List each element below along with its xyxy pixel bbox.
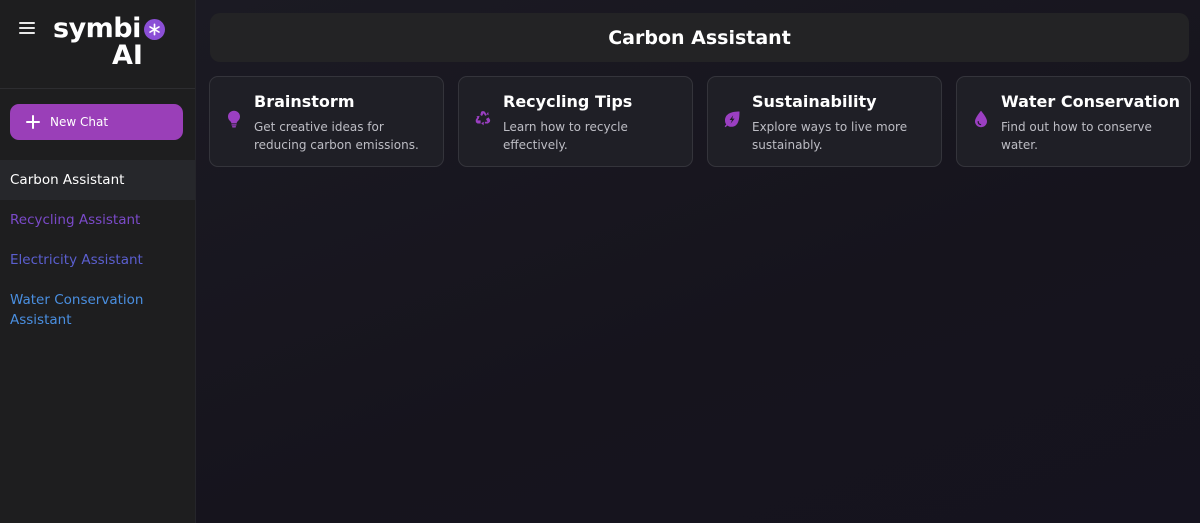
page-title: Carbon Assistant bbox=[608, 26, 791, 49]
hamburger-menu-icon[interactable] bbox=[19, 22, 35, 34]
sidebar-item-water-conservation-assistant[interactable]: Water Conservation Assistant bbox=[0, 280, 195, 340]
card-title: Recycling Tips bbox=[503, 92, 633, 111]
sidebar: symbi AI New Chat Carbon Assistant Recyc… bbox=[0, 0, 196, 523]
recycle-icon bbox=[474, 109, 492, 129]
sidebar-header: symbi AI bbox=[0, 0, 195, 89]
sidebar-item-electricity-assistant[interactable]: Electricity Assistant bbox=[0, 240, 195, 280]
plus-icon bbox=[26, 115, 40, 129]
card-recycling-tips[interactable]: Recycling Tips Learn how to recycle effe… bbox=[458, 76, 693, 167]
card-description: Find out how to conserve water. bbox=[1001, 120, 1152, 152]
lightbulb-icon bbox=[225, 109, 243, 129]
logo-text-ai: AI bbox=[112, 40, 143, 71]
card-title: Water Conservation bbox=[1001, 92, 1180, 111]
suggestion-cards: Brainstorm Get creative ideas for reduci… bbox=[209, 76, 1191, 167]
sidebar-item-carbon-assistant[interactable]: Carbon Assistant bbox=[0, 160, 195, 200]
card-description: Learn how to recycle effectively. bbox=[503, 120, 628, 152]
card-brainstorm[interactable]: Brainstorm Get creative ideas for reduci… bbox=[209, 76, 444, 167]
card-sustainability[interactable]: Sustainability Explore ways to live more… bbox=[707, 76, 942, 167]
card-title: Brainstorm bbox=[254, 92, 355, 111]
assistant-nav: Carbon Assistant Recycling Assistant Ele… bbox=[0, 160, 195, 340]
sidebar-item-recycling-assistant[interactable]: Recycling Assistant bbox=[0, 200, 195, 240]
card-description: Get creative ideas for reducing carbon e… bbox=[254, 120, 419, 152]
main-content: Carbon Assistant Brainstorm Get creative… bbox=[196, 0, 1200, 523]
new-chat-button[interactable]: New Chat bbox=[10, 104, 183, 140]
card-title: Sustainability bbox=[752, 92, 877, 111]
title-bar: Carbon Assistant bbox=[210, 13, 1189, 62]
leaf-bolt-icon bbox=[723, 109, 741, 129]
sparkle-icon bbox=[144, 19, 165, 40]
logo: symbi AI bbox=[53, 13, 168, 71]
card-water-conservation[interactable]: Water Conservation Find out how to conse… bbox=[956, 76, 1191, 167]
app-window: symbi AI New Chat Carbon Assistant Recyc… bbox=[0, 0, 1200, 523]
water-drop-icon bbox=[972, 109, 990, 129]
new-chat-label: New Chat bbox=[50, 115, 109, 129]
card-description: Explore ways to live more sustainably. bbox=[752, 120, 908, 152]
